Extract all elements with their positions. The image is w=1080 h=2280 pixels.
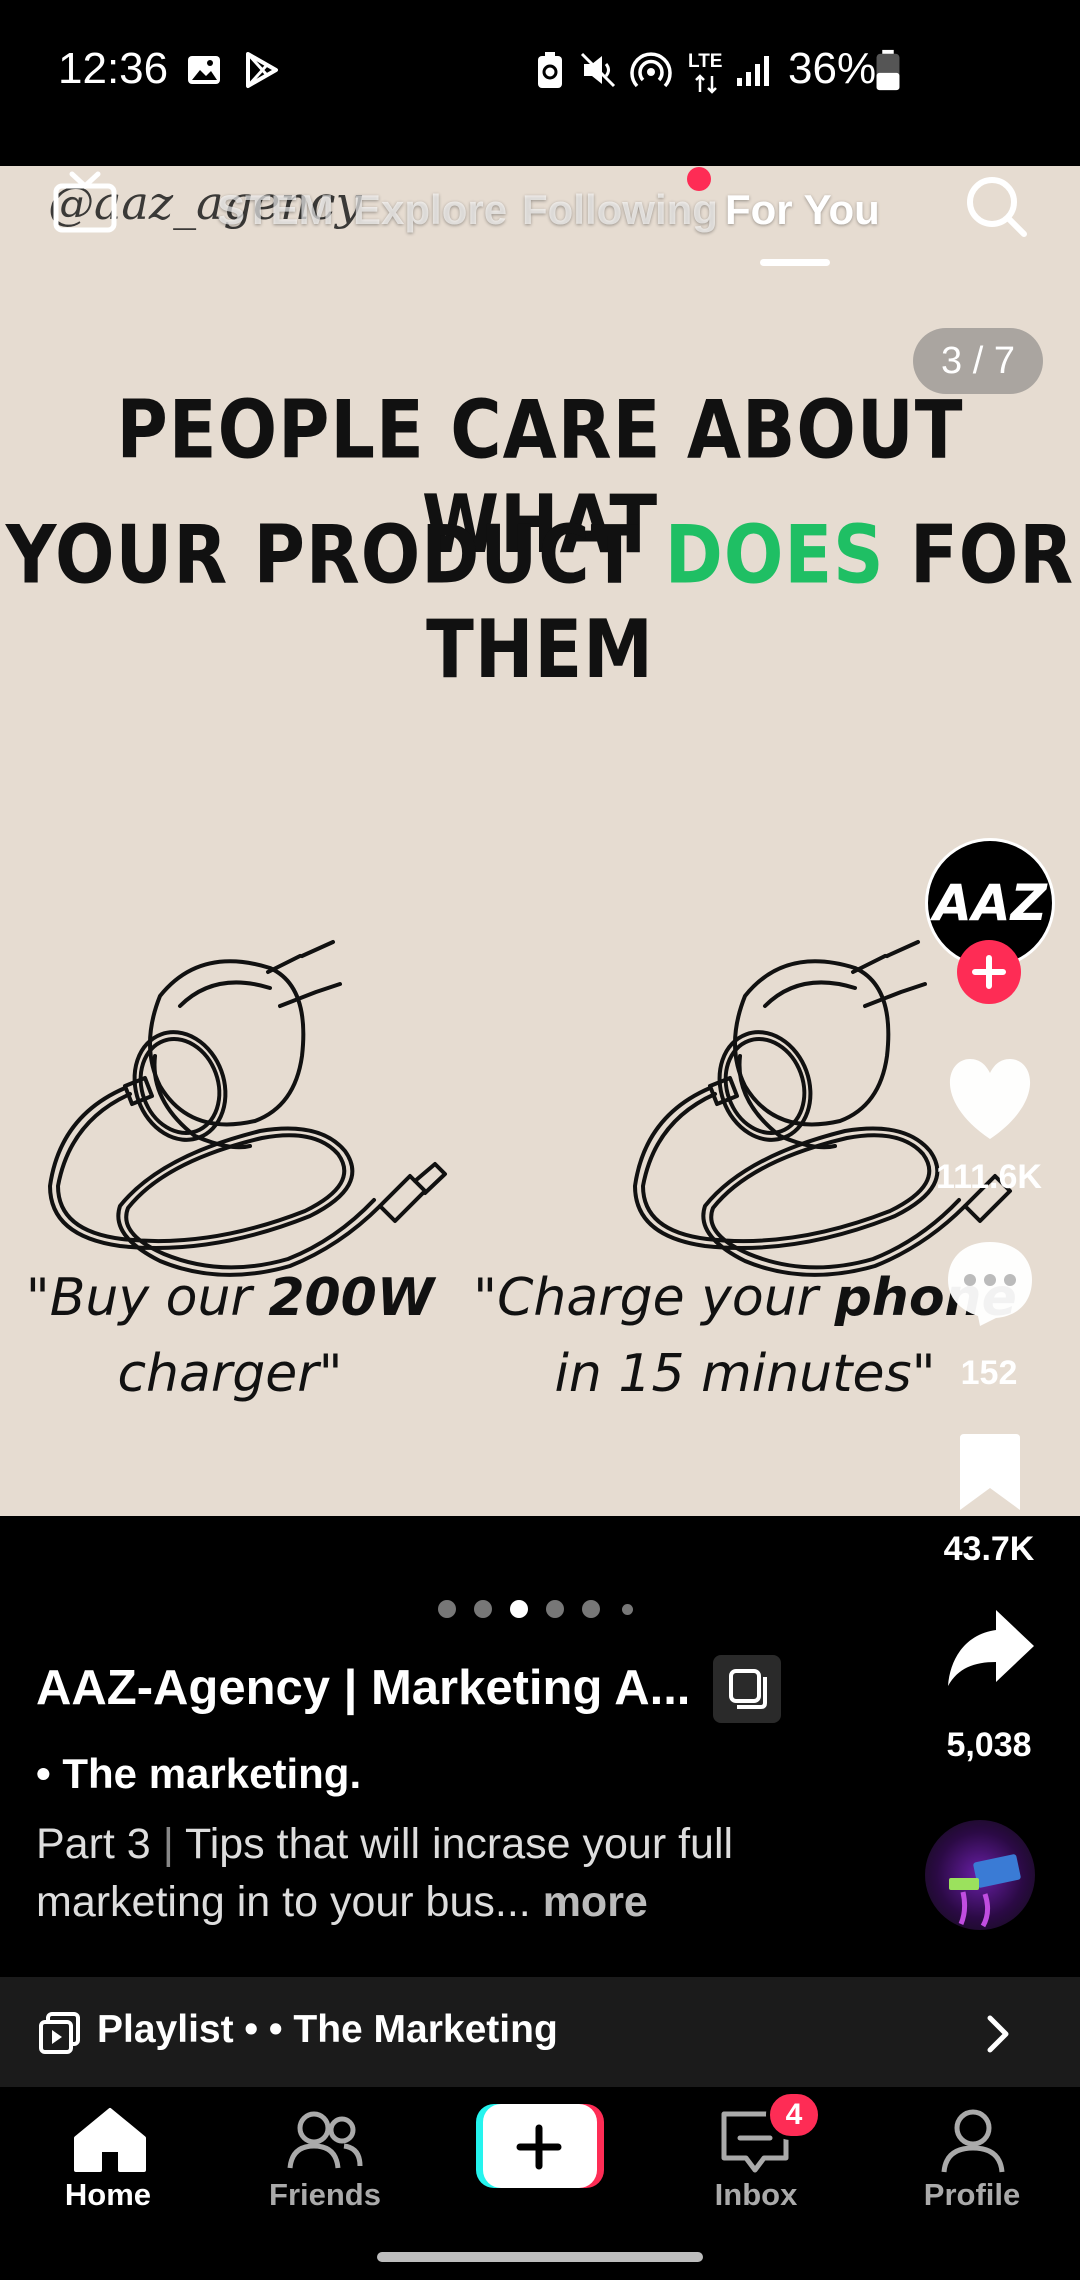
- battery-icon: [876, 49, 900, 91]
- charger-illustration-left: [48, 940, 447, 1277]
- caption-left-text: "Buy our: [25, 1268, 269, 1328]
- chevron-right-icon[interactable]: [980, 2012, 1014, 2056]
- friends-icon[interactable]: [286, 2108, 364, 2172]
- inbox-badge: 4: [766, 2090, 822, 2140]
- gallery-icon: [188, 56, 220, 84]
- desc-part: Part 3: [36, 1820, 151, 1868]
- follow-plus-icon[interactable]: [955, 938, 1023, 1006]
- caption-left-line-1: "Buy our 200W: [10, 1260, 450, 1336]
- tab-for-you[interactable]: For You: [725, 186, 880, 234]
- active-tab-indicator: [760, 259, 830, 266]
- playlist-label: Playlist • • The Marketing: [97, 2008, 558, 2051]
- like-heart-icon[interactable]: [944, 1055, 1036, 1143]
- create-button[interactable]: [476, 2104, 604, 2188]
- bookmark-icon[interactable]: [954, 1432, 1026, 1514]
- carousel-dot: [622, 1604, 633, 1615]
- carousel-dot: [438, 1600, 456, 1618]
- plus-icon: [516, 2124, 562, 2170]
- signal-icon: [737, 56, 769, 86]
- tab-explore[interactable]: Explore: [353, 186, 507, 234]
- tab-following[interactable]: Following: [522, 186, 718, 234]
- nav-friends-label[interactable]: Friends: [225, 2177, 425, 2213]
- battery-percent: 36%: [788, 44, 877, 93]
- more-link[interactable]: more: [543, 1878, 648, 1926]
- home-icon[interactable]: [72, 2106, 148, 2174]
- photo-mode-icon: [713, 1655, 781, 1723]
- caption-right-line-1: "Charge your phone: [465, 1260, 1025, 1336]
- share-count: 5,038: [946, 1726, 1032, 1764]
- caption-left-bold: 200W: [268, 1268, 435, 1328]
- nav-inbox-label[interactable]: Inbox: [656, 2177, 856, 2213]
- sound-disc[interactable]: [925, 1820, 1035, 1930]
- caption-right-text: "Charge your: [473, 1268, 835, 1328]
- live-tv-icon[interactable]: [50, 168, 120, 238]
- like-count: 111.6K: [936, 1158, 1042, 1196]
- tab-stem[interactable]: STEM: [217, 186, 334, 234]
- music-cover-icon: [949, 1854, 1021, 1928]
- following-notification-dot: [687, 167, 711, 191]
- comment-count: 152: [960, 1354, 1018, 1392]
- carousel-dot: [474, 1600, 492, 1618]
- save-count: 43.7K: [943, 1530, 1035, 1568]
- headline-line-2: YOUR PRODUCT DOES FOR THEM: [0, 508, 1080, 697]
- play-store-icon: [246, 52, 278, 88]
- share-arrow-icon[interactable]: [944, 1606, 1036, 1690]
- author-name[interactable]: AAZ-Agency | Marketing A...: [36, 1660, 690, 1716]
- post-description[interactable]: Part 3 | Tips that will incrase your ful…: [36, 1815, 796, 1931]
- gesture-handle: [377, 2252, 703, 2262]
- data-arrows-icon: [695, 74, 717, 94]
- carousel-dot: [546, 1600, 564, 1618]
- status-time: 12:36: [58, 44, 169, 93]
- desc-separator: |: [162, 1820, 174, 1868]
- carousel-dot: [582, 1600, 600, 1618]
- network-type: LTE: [688, 51, 723, 72]
- caption-left: "Buy our 200W charger": [10, 1260, 450, 1412]
- carousel-dot-active: [510, 1600, 528, 1618]
- nav-home-label[interactable]: Home: [8, 2177, 208, 2213]
- search-icon[interactable]: [962, 172, 1032, 242]
- post-subtitle: • The marketing.: [36, 1750, 362, 1797]
- nav-profile-label[interactable]: Profile: [872, 2177, 1072, 2213]
- headline-part-a: YOUR PRODUCT: [5, 507, 665, 602]
- battery-saver-icon: [538, 52, 562, 88]
- headline-highlight: DOES: [664, 507, 885, 602]
- playlist-icon: [39, 2012, 80, 2054]
- caption-left-line-2: charger": [117, 1344, 343, 1404]
- hotspot-icon: [630, 52, 672, 88]
- comment-bubble-icon[interactable]: [944, 1238, 1036, 1328]
- mute-icon: [580, 52, 616, 88]
- profile-icon[interactable]: [938, 2106, 1008, 2176]
